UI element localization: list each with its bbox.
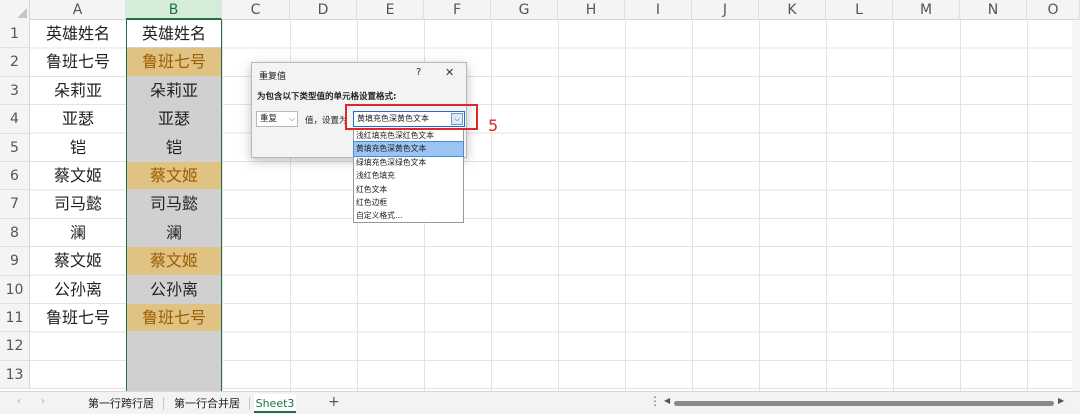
- close-button[interactable]: ✕: [445, 66, 454, 79]
- row-header-7[interactable]: 7: [0, 190, 30, 219]
- cell-a6[interactable]: 蔡文姬: [30, 162, 126, 190]
- row-header-5[interactable]: 5: [0, 133, 30, 162]
- format-option[interactable]: 红色边框: [354, 196, 463, 209]
- column-header-o[interactable]: O: [1027, 0, 1080, 20]
- cell-a11[interactable]: 鲁班七号: [30, 304, 126, 332]
- format-option[interactable]: 浅红填充色深红色文本: [354, 129, 463, 142]
- cell-a8[interactable]: 澜: [30, 219, 126, 247]
- row-header-10[interactable]: 10: [0, 275, 30, 304]
- format-option[interactable]: 黄填充色深黄色文本: [353, 141, 464, 157]
- row-header-8[interactable]: 8: [0, 218, 30, 248]
- column-header-f[interactable]: F: [424, 0, 491, 20]
- set-as-label: 值，设置为: [305, 116, 348, 126]
- row-header-13[interactable]: 13: [0, 360, 30, 390]
- cell-b9[interactable]: 蔡文姬: [127, 247, 221, 275]
- cell-b8[interactable]: 澜: [127, 218, 221, 247]
- scroll-left-icon[interactable]: ◀: [664, 396, 670, 405]
- chevron-down-icon: ⌵: [288, 114, 295, 123]
- cell-a4[interactable]: 亚瑟: [30, 105, 126, 133]
- cell-a7[interactable]: 司马懿: [30, 190, 126, 218]
- cell-b5[interactable]: 铠: [127, 133, 221, 161]
- step-number: 5: [488, 116, 499, 135]
- cell-a1[interactable]: 英雄姓名: [30, 20, 126, 48]
- column-header-n[interactable]: N: [960, 0, 1027, 20]
- cell-a10[interactable]: 公孙离: [30, 276, 126, 304]
- format-option[interactable]: 自定义格式...: [354, 209, 463, 222]
- row-header-12[interactable]: 12: [0, 332, 30, 361]
- column-header-a[interactable]: A: [30, 0, 126, 20]
- horizontal-scrollbar[interactable]: [674, 401, 1054, 406]
- cell-b1[interactable]: 英雄姓名: [127, 20, 221, 48]
- format-dropdown-list: 浅红填充色深红色文本 黄填充色深黄色文本 绿填充色深绿色文本 浅红色填充 红色文本 红色边…: [353, 128, 464, 223]
- cell-b3[interactable]: 朵莉亚: [127, 76, 221, 105]
- cell-b10[interactable]: 公孙离: [127, 275, 221, 303]
- column-header-i[interactable]: I: [625, 0, 692, 20]
- cell-a2[interactable]: 鲁班七号: [30, 48, 126, 76]
- format-option[interactable]: 浅红色填充: [354, 169, 463, 182]
- highlight-box: [345, 104, 478, 130]
- sheet-tab-bar: ‹ › 第一行跨行居中 第一行合并居中 Sheet3 + ⋮ ◀ ▶: [0, 391, 1080, 414]
- row-header-9[interactable]: 9: [0, 247, 30, 276]
- sheet-tab-1[interactable]: 第一行跨行居中: [84, 394, 158, 413]
- column-header-g[interactable]: G: [491, 0, 558, 20]
- cell-a9[interactable]: 蔡文姬: [30, 247, 126, 275]
- vertical-scrollbar[interactable]: [1072, 20, 1080, 391]
- dialog-prompt: 为包含以下类型值的单元格设置格式:: [257, 92, 397, 102]
- select-all-corner[interactable]: [0, 0, 30, 20]
- sheet-tab-3[interactable]: Sheet3: [254, 394, 296, 413]
- value-type-label: 重复: [260, 114, 278, 124]
- cell-a3[interactable]: 朵莉亚: [30, 77, 126, 105]
- dialog-title: 重复值: [259, 72, 287, 82]
- format-option[interactable]: 红色文本: [354, 183, 463, 196]
- cell-b2[interactable]: 鲁班七号: [127, 48, 221, 76]
- row-header-4[interactable]: 4: [0, 105, 30, 134]
- cell-b4[interactable]: 亚瑟: [127, 105, 221, 133]
- column-header-j[interactable]: J: [692, 0, 759, 20]
- row-header-3[interactable]: 3: [0, 76, 30, 106]
- sheet-tab-2[interactable]: 第一行合并居中: [170, 394, 244, 413]
- format-option[interactable]: 绿填充色深绿色文本: [354, 156, 463, 169]
- row-header-1[interactable]: 1: [0, 20, 30, 49]
- cell-a5[interactable]: 铠: [30, 134, 126, 162]
- chevron-left-icon[interactable]: ‹: [17, 396, 21, 407]
- more-tabs-icon[interactable]: ⋮: [649, 394, 661, 408]
- column-header-h[interactable]: H: [558, 0, 625, 20]
- chevron-right-icon[interactable]: ›: [41, 396, 45, 407]
- scroll-right-icon[interactable]: ▶: [1058, 396, 1064, 405]
- column-header-d[interactable]: D: [290, 0, 357, 20]
- column-header-e[interactable]: E: [357, 0, 424, 20]
- column-header-k[interactable]: K: [759, 0, 826, 20]
- row-header-11[interactable]: 11: [0, 304, 30, 333]
- value-type-select[interactable]: 重复 ⌵: [256, 111, 298, 127]
- add-sheet-button[interactable]: +: [328, 394, 340, 410]
- column-header-c[interactable]: C: [222, 0, 290, 20]
- column-header-l[interactable]: L: [826, 0, 893, 20]
- cell-b11[interactable]: 鲁班七号: [127, 304, 221, 332]
- help-button[interactable]: ?: [416, 67, 421, 78]
- row-header-2[interactable]: 2: [0, 48, 30, 77]
- cell-b6[interactable]: 蔡文姬: [127, 162, 221, 190]
- column-header-m[interactable]: M: [893, 0, 960, 20]
- row-header-6[interactable]: 6: [0, 162, 30, 191]
- cell-b7[interactable]: 司马懿: [127, 190, 221, 218]
- column-header-b[interactable]: B: [126, 0, 222, 20]
